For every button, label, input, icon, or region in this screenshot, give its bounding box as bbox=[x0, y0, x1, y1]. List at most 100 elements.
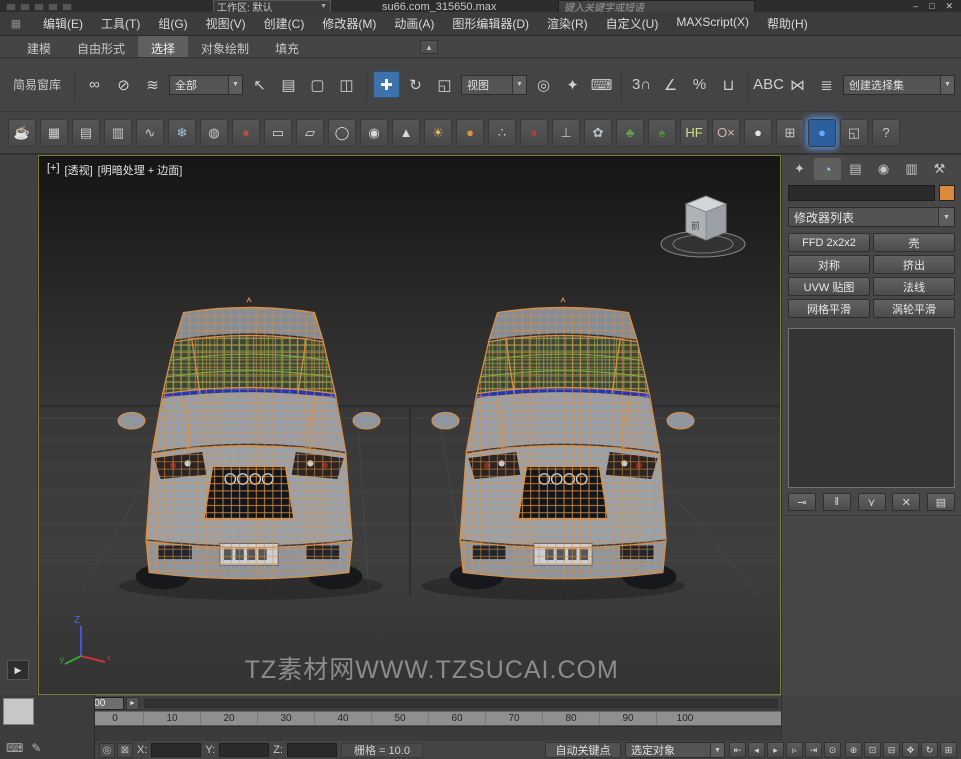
create-tab-icon[interactable]: ✦ bbox=[786, 158, 813, 180]
selection-lock-icon[interactable]: ⊠ bbox=[117, 743, 133, 758]
selection-filter-dropdown[interactable]: 全部 ▼ bbox=[169, 75, 243, 95]
key-mode-icon[interactable]: ⊙ bbox=[824, 742, 841, 758]
viewport-shading-menu[interactable]: [明暗处理 + 边面] bbox=[98, 162, 183, 178]
ox-plugin-icon[interactable]: O× bbox=[712, 119, 740, 147]
ribbon-tab[interactable]: 选择 bbox=[138, 36, 188, 57]
reference-coordinate-dropdown[interactable]: 视图 ▼ bbox=[461, 75, 527, 95]
render-setup-teapot-icon[interactable]: ☕ bbox=[8, 119, 36, 147]
maxscript-mini-listener[interactable]: ⌨✎ bbox=[0, 695, 95, 759]
motion-tab-icon[interactable]: ◉ bbox=[870, 158, 897, 180]
pin-stack-icon[interactable]: ⊸ bbox=[788, 493, 816, 511]
y-coordinate-input[interactable] bbox=[219, 743, 269, 757]
auto-key-button[interactable]: 自动关键点 bbox=[545, 742, 621, 758]
pan-icon[interactable]: ✥ bbox=[902, 742, 919, 758]
menu-item[interactable]: 创建(C) bbox=[255, 11, 314, 36]
axis-constraint-icon[interactable]: ⊥ bbox=[552, 119, 580, 147]
x-coordinate-input[interactable] bbox=[151, 743, 201, 757]
zoom-region-icon[interactable]: ⊟ bbox=[883, 742, 900, 758]
previous-frame-icon[interactable]: ◂ bbox=[748, 742, 765, 758]
angle-snap-icon[interactable]: ∠ bbox=[657, 71, 684, 98]
new-scene-icon[interactable] bbox=[6, 3, 16, 11]
window-crossing-icon[interactable]: ◫ bbox=[333, 71, 360, 98]
open-file-icon[interactable] bbox=[20, 3, 30, 11]
go-to-end-icon[interactable]: ⇥ bbox=[805, 742, 822, 758]
white-sphere-icon[interactable]: ● bbox=[744, 119, 772, 147]
viewport-layout-tabs-button[interactable]: ▶ bbox=[7, 660, 29, 680]
grass-icon[interactable]: ♣ bbox=[616, 119, 644, 147]
environment-icon[interactable]: ❄ bbox=[168, 119, 196, 147]
layer-list-icon[interactable]: ▥ bbox=[104, 119, 132, 147]
play-icon[interactable]: ▸ bbox=[767, 742, 784, 758]
cascade-windows-icon[interactable]: ◱ bbox=[840, 119, 868, 147]
modifier-button[interactable]: UVW 贴图 bbox=[788, 277, 870, 296]
tree-icon[interactable]: ♠ bbox=[648, 119, 676, 147]
select-and-link-icon[interactable]: ∞ bbox=[81, 71, 108, 98]
maximize-button[interactable]: □ bbox=[929, 1, 934, 12]
time-slider[interactable]: ◄ 0 / 100 ► bbox=[38, 695, 781, 711]
named-selection-sets-dropdown[interactable]: 创建选择集 ▼ bbox=[843, 75, 955, 95]
bind-to-space-warp-icon[interactable]: ≋ bbox=[139, 71, 166, 98]
menu-item[interactable]: 动画(A) bbox=[385, 11, 443, 36]
pencil-icon[interactable]: ✎ bbox=[31, 741, 41, 755]
schematic-view-icon[interactable]: ▤ bbox=[72, 119, 100, 147]
viewport-pov-menu[interactable]: [透视] bbox=[65, 162, 93, 178]
use-pivot-center-icon[interactable]: ◎ bbox=[530, 71, 557, 98]
chamfer-box-icon[interactable]: ▱ bbox=[296, 119, 324, 147]
undo-icon[interactable] bbox=[48, 3, 58, 11]
isolate-selection-icon[interactable]: ◎ bbox=[99, 743, 115, 758]
modifier-list-dropdown[interactable]: 修改器列表 ▼ bbox=[788, 207, 955, 227]
orange-sphere-icon[interactable]: ● bbox=[456, 119, 484, 147]
torus-icon[interactable]: ◯ bbox=[328, 119, 356, 147]
perspective-viewport[interactable]: [+] [透视] [明暗处理 + 边面] 前 Z x y TZ素材网WWW.TZ… bbox=[38, 155, 781, 695]
remove-modifier-icon[interactable]: ✕ bbox=[892, 493, 920, 511]
menu-item[interactable]: 工具(T) bbox=[92, 11, 149, 36]
utilities-tab-icon[interactable]: ⚒ bbox=[926, 158, 953, 180]
rendered-frame-icon[interactable]: ▦ bbox=[40, 119, 68, 147]
key-filter-dropdown[interactable]: 选定对象 ▼ bbox=[625, 742, 725, 758]
select-and-rotate-icon[interactable]: ↻ bbox=[402, 71, 429, 98]
display-tab-icon[interactable]: ▥ bbox=[898, 158, 925, 180]
box-primitive-icon[interactable]: ▭ bbox=[264, 119, 292, 147]
hf-plugin-icon[interactable]: HF bbox=[680, 119, 708, 147]
help-icon[interactable]: ? bbox=[872, 119, 900, 147]
scatter-icon[interactable]: ∴ bbox=[488, 119, 516, 147]
make-unique-icon[interactable]: ⋎ bbox=[858, 493, 886, 511]
redo-icon[interactable] bbox=[62, 3, 72, 11]
car-model-left[interactable] bbox=[118, 298, 380, 589]
modifier-button[interactable]: 涡轮平滑 bbox=[873, 299, 955, 318]
menu-item[interactable]: 视图(V) bbox=[197, 11, 255, 36]
time-slider-track[interactable] bbox=[144, 699, 778, 708]
layers-icon[interactable]: ⊞ bbox=[776, 119, 804, 147]
align-icon[interactable]: ≣ bbox=[813, 71, 840, 98]
show-end-result-icon[interactable]: ǁ bbox=[823, 493, 851, 511]
maroon-sphere-icon[interactable]: ● bbox=[520, 119, 548, 147]
modifier-button[interactable]: 壳 bbox=[873, 233, 955, 252]
zoom-icon[interactable]: ⊕ bbox=[845, 742, 862, 758]
active-tool-icon[interactable]: ● bbox=[808, 119, 836, 147]
spinner-snap-icon[interactable]: ⊔ bbox=[715, 71, 742, 98]
configure-modifier-sets-icon[interactable]: ▤ bbox=[927, 493, 955, 511]
close-button[interactable]: ✕ bbox=[945, 1, 953, 12]
hierarchy-tab-icon[interactable]: ▤ bbox=[842, 158, 869, 180]
next-frame-arrow-icon[interactable]: ► bbox=[126, 697, 139, 710]
keyboard-icon[interactable]: ⌨ bbox=[6, 741, 23, 755]
select-and-move-icon[interactable]: ✚ bbox=[373, 71, 400, 98]
modify-tab-icon[interactable]: ◔ bbox=[814, 158, 841, 180]
modifier-button[interactable]: 网格平滑 bbox=[788, 299, 870, 318]
next-frame-icon[interactable]: ▹ bbox=[786, 742, 803, 758]
select-and-manipulate-icon[interactable]: ✦ bbox=[559, 71, 586, 98]
menu-item[interactable]: 编辑(E) bbox=[34, 11, 92, 36]
edit-named-selection-sets-icon[interactable]: ABC bbox=[755, 71, 782, 98]
ribbon-tab[interactable]: 自由形式 bbox=[64, 36, 138, 57]
select-and-scale-icon[interactable]: ◱ bbox=[431, 71, 458, 98]
z-coordinate-input[interactable] bbox=[287, 743, 337, 757]
material-editor-icon[interactable]: ◍ bbox=[200, 119, 228, 147]
modifier-button[interactable]: 对称 bbox=[788, 255, 870, 274]
menu-item[interactable]: 渲染(R) bbox=[538, 11, 597, 36]
mirror-icon[interactable]: ⋈ bbox=[784, 71, 811, 98]
maximize-viewport-icon[interactable]: ⊞ bbox=[940, 742, 957, 758]
cone-icon[interactable]: ▲ bbox=[392, 119, 420, 147]
render-production-icon[interactable]: ● bbox=[232, 119, 260, 147]
track-bar[interactable]: 0102030405060708090100 bbox=[38, 711, 781, 726]
ribbon-minimize-icon[interactable]: ▴ bbox=[420, 40, 438, 54]
